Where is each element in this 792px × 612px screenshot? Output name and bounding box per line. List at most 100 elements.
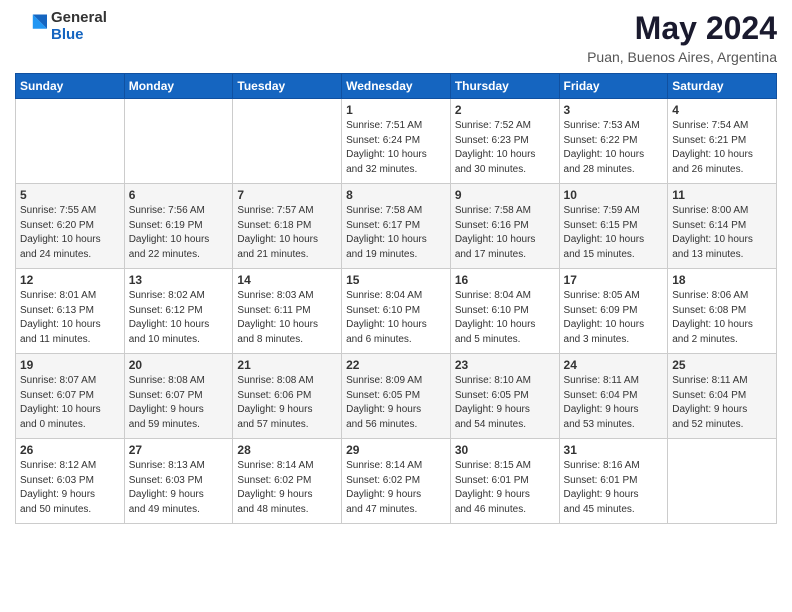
day-number: 16 xyxy=(455,273,555,287)
day-info: Sunrise: 8:05 AM Sunset: 6:09 PM Dayligh… xyxy=(564,289,664,347)
day-number: 30 xyxy=(455,443,555,457)
header-wednesday: Wednesday xyxy=(342,74,451,99)
day-number: 13 xyxy=(129,273,229,287)
calendar-cell: 24 Sunrise: 8:11 AM Sunset: 6:04 PM Dayli… xyxy=(559,354,668,439)
day-info: Sunrise: 8:02 AM Sunset: 6:12 PM Dayligh… xyxy=(129,289,229,347)
day-info: Sunrise: 8:14 AM Sunset: 6:02 PM Dayligh… xyxy=(346,459,446,517)
day-info: Sunrise: 7:59 AM Sunset: 6:15 PM Dayligh… xyxy=(564,204,664,262)
calendar-cell: 20 Sunrise: 8:08 AM Sunset: 6:07 PM Dayli… xyxy=(124,354,233,439)
day-number: 12 xyxy=(20,273,120,287)
calendar-week-row-2: 5 Sunrise: 7:55 AM Sunset: 6:20 PM Daylig… xyxy=(16,184,777,269)
day-info: Sunrise: 8:04 AM Sunset: 6:10 PM Dayligh… xyxy=(455,289,555,347)
day-number: 25 xyxy=(672,358,772,372)
header-saturday: Saturday xyxy=(668,74,777,99)
day-info: Sunrise: 8:10 AM Sunset: 6:05 PM Dayligh… xyxy=(455,374,555,432)
day-number: 21 xyxy=(237,358,337,372)
day-info: Sunrise: 7:54 AM Sunset: 6:21 PM Dayligh… xyxy=(672,119,772,177)
calendar-cell: 3Sunrise: 7:53 AM Sunset: 6:22 PM Daylig… xyxy=(559,99,668,184)
calendar-cell: 10 Sunrise: 7:59 AM Sunset: 6:15 PM Dayli… xyxy=(559,184,668,269)
calendar-week-row-4: 19Sunrise: 8:07 AM Sunset: 6:07 PM Dayli… xyxy=(16,354,777,439)
day-info: Sunrise: 8:16 AM Sunset: 6:01 PM Dayligh… xyxy=(564,459,664,517)
header-friday: Friday xyxy=(559,74,668,99)
calendar-cell: 7 Sunrise: 7:57 AM Sunset: 6:18 PM Daylig… xyxy=(233,184,342,269)
calendar-cell: 4 Sunrise: 7:54 AM Sunset: 6:21 PM Daylig… xyxy=(668,99,777,184)
calendar-cell: 26Sunrise: 8:12 AM Sunset: 6:03 PM Dayli… xyxy=(16,439,125,524)
day-info: Sunrise: 8:13 AM Sunset: 6:03 PM Dayligh… xyxy=(129,459,229,517)
location-text: Puan, Buenos Aires, Argentina xyxy=(587,49,777,65)
day-info: Sunrise: 8:04 AM Sunset: 6:10 PM Dayligh… xyxy=(346,289,446,347)
day-info: Sunrise: 7:52 AM Sunset: 6:23 PM Dayligh… xyxy=(455,119,555,177)
day-number: 20 xyxy=(129,358,229,372)
calendar-week-row-5: 26Sunrise: 8:12 AM Sunset: 6:03 PM Dayli… xyxy=(16,439,777,524)
calendar-cell: 12 Sunrise: 8:01 AM Sunset: 6:13 PM Dayli… xyxy=(16,269,125,354)
calendar-cell: 11Sunrise: 8:00 AM Sunset: 6:14 PM Dayli… xyxy=(668,184,777,269)
day-info: Sunrise: 8:09 AM Sunset: 6:05 PM Dayligh… xyxy=(346,374,446,432)
day-info: Sunrise: 7:55 AM Sunset: 6:20 PM Dayligh… xyxy=(20,204,120,262)
header: General Blue May 2024 Puan, Buenos Aires… xyxy=(15,10,777,65)
calendar-cell: 6Sunrise: 7:56 AM Sunset: 6:19 PM Daylig… xyxy=(124,184,233,269)
logo-general-text: General xyxy=(51,10,107,27)
calendar-cell xyxy=(16,99,125,184)
day-info: Sunrise: 7:57 AM Sunset: 6:18 PM Dayligh… xyxy=(237,204,337,262)
calendar-cell: 9Sunrise: 7:58 AM Sunset: 6:16 PM Daylig… xyxy=(450,184,559,269)
calendar-cell: 18 Sunrise: 8:06 AM Sunset: 6:08 PM Dayli… xyxy=(668,269,777,354)
day-info: Sunrise: 7:53 AM Sunset: 6:22 PM Dayligh… xyxy=(564,119,664,177)
day-info: Sunrise: 8:08 AM Sunset: 6:06 PM Dayligh… xyxy=(237,374,337,432)
day-info: Sunrise: 8:15 AM Sunset: 6:01 PM Dayligh… xyxy=(455,459,555,517)
page: General Blue May 2024 Puan, Buenos Aires… xyxy=(0,0,792,612)
logo-text: General Blue xyxy=(51,10,107,43)
logo: General Blue xyxy=(15,10,107,43)
day-info: Sunrise: 8:01 AM Sunset: 6:13 PM Dayligh… xyxy=(20,289,120,347)
calendar-cell xyxy=(668,439,777,524)
day-info: Sunrise: 8:11 AM Sunset: 6:04 PM Dayligh… xyxy=(564,374,664,432)
day-info: Sunrise: 7:51 AM Sunset: 6:24 PM Dayligh… xyxy=(346,119,446,177)
day-number: 14 xyxy=(237,273,337,287)
calendar-cell: 25 Sunrise: 8:11 AM Sunset: 6:04 PM Dayli… xyxy=(668,354,777,439)
day-number: 15 xyxy=(346,273,446,287)
day-number: 23 xyxy=(455,358,555,372)
calendar-cell: 27Sunrise: 8:13 AM Sunset: 6:03 PM Dayli… xyxy=(124,439,233,524)
calendar-cell: 5 Sunrise: 7:55 AM Sunset: 6:20 PM Daylig… xyxy=(16,184,125,269)
day-number: 4 xyxy=(672,103,772,117)
day-info: Sunrise: 7:58 AM Sunset: 6:17 PM Dayligh… xyxy=(346,204,446,262)
day-number: 19 xyxy=(20,358,120,372)
calendar-cell: 2Sunrise: 7:52 AM Sunset: 6:23 PM Daylig… xyxy=(450,99,559,184)
day-number: 5 xyxy=(20,188,120,202)
day-number: 10 xyxy=(564,188,664,202)
day-number: 9 xyxy=(455,188,555,202)
calendar-cell: 28Sunrise: 8:14 AM Sunset: 6:02 PM Dayli… xyxy=(233,439,342,524)
day-info: Sunrise: 8:11 AM Sunset: 6:04 PM Dayligh… xyxy=(672,374,772,432)
calendar-cell: 29 Sunrise: 8:14 AM Sunset: 6:02 PM Dayli… xyxy=(342,439,451,524)
title-block: May 2024 Puan, Buenos Aires, Argentina xyxy=(587,10,777,65)
header-thursday: Thursday xyxy=(450,74,559,99)
calendar-cell: 17Sunrise: 8:05 AM Sunset: 6:09 PM Dayli… xyxy=(559,269,668,354)
day-number: 22 xyxy=(346,358,446,372)
day-number: 24 xyxy=(564,358,664,372)
calendar-cell: 1 Sunrise: 7:51 AM Sunset: 6:24 PM Daylig… xyxy=(342,99,451,184)
calendar-week-row-3: 12 Sunrise: 8:01 AM Sunset: 6:13 PM Dayli… xyxy=(16,269,777,354)
day-info: Sunrise: 8:00 AM Sunset: 6:14 PM Dayligh… xyxy=(672,204,772,262)
calendar-cell: 22 Sunrise: 8:09 AM Sunset: 6:05 PM Dayli… xyxy=(342,354,451,439)
day-number: 7 xyxy=(237,188,337,202)
day-number: 29 xyxy=(346,443,446,457)
header-monday: Monday xyxy=(124,74,233,99)
day-number: 1 xyxy=(346,103,446,117)
day-number: 8 xyxy=(346,188,446,202)
day-info: Sunrise: 8:08 AM Sunset: 6:07 PM Dayligh… xyxy=(129,374,229,432)
calendar-week-row-1: 1 Sunrise: 7:51 AM Sunset: 6:24 PM Daylig… xyxy=(16,99,777,184)
calendar-header-row: Sunday Monday Tuesday Wednesday Thursday… xyxy=(16,74,777,99)
calendar-cell: 23 Sunrise: 8:10 AM Sunset: 6:05 PM Dayli… xyxy=(450,354,559,439)
day-info: Sunrise: 8:14 AM Sunset: 6:02 PM Dayligh… xyxy=(237,459,337,517)
day-number: 26 xyxy=(20,443,120,457)
logo-icon xyxy=(15,11,47,43)
day-number: 31 xyxy=(564,443,664,457)
calendar-cell: 15 Sunrise: 8:04 AM Sunset: 6:10 PM Dayli… xyxy=(342,269,451,354)
calendar-table: Sunday Monday Tuesday Wednesday Thursday… xyxy=(15,73,777,524)
header-tuesday: Tuesday xyxy=(233,74,342,99)
calendar-cell: 19Sunrise: 8:07 AM Sunset: 6:07 PM Dayli… xyxy=(16,354,125,439)
day-info: Sunrise: 8:06 AM Sunset: 6:08 PM Dayligh… xyxy=(672,289,772,347)
calendar-cell: 8 Sunrise: 7:58 AM Sunset: 6:17 PM Daylig… xyxy=(342,184,451,269)
day-number: 18 xyxy=(672,273,772,287)
calendar-cell: 21 Sunrise: 8:08 AM Sunset: 6:06 PM Dayli… xyxy=(233,354,342,439)
calendar-cell: 13 Sunrise: 8:02 AM Sunset: 6:12 PM Dayli… xyxy=(124,269,233,354)
